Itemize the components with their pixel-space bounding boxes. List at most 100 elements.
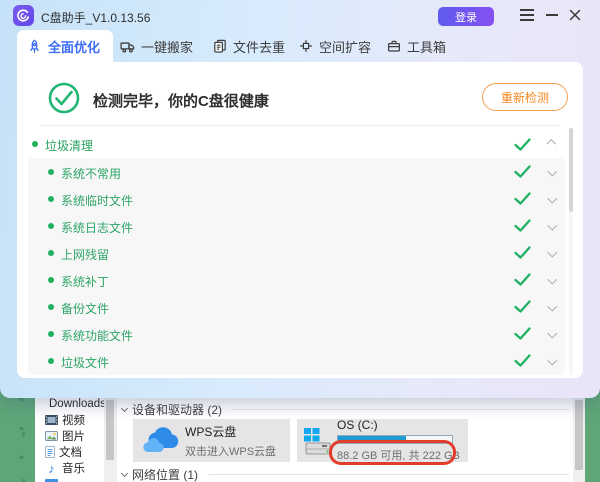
sidebar-item-label: 视频 bbox=[62, 412, 85, 428]
titlebar[interactable]: C盘助手_V1.0.13.56 登录 bbox=[0, 0, 600, 30]
chevron-down-icon[interactable] bbox=[548, 302, 557, 311]
network-section-header[interactable]: 网络位置 (1) bbox=[117, 466, 573, 482]
sidebar-item-documents[interactable]: 文档 bbox=[35, 444, 104, 460]
drive-subtitle: 双击进入WPS云盘 bbox=[185, 443, 276, 459]
check-icon bbox=[514, 300, 531, 313]
menu-icon[interactable] bbox=[516, 0, 538, 30]
sidebar-item-label: Downloads bbox=[49, 398, 106, 410]
scan-item-label: 垃圾文件 bbox=[61, 354, 109, 371]
scan-item-row[interactable]: 系统不常用 bbox=[28, 158, 565, 185]
scan-item-label: 上网残留 bbox=[61, 246, 109, 263]
green-bullet-icon bbox=[48, 304, 54, 310]
chevron-down-icon[interactable] bbox=[548, 275, 557, 284]
tab-bar: 全面优化 一键搬家 文件去重 bbox=[0, 30, 600, 62]
drive-name: WPS云盘 bbox=[185, 423, 276, 440]
scan-item-row[interactable]: 备份文件 bbox=[28, 293, 565, 320]
scan-item-label: 系统日志文件 bbox=[61, 219, 133, 236]
scrollbar-thumb[interactable] bbox=[106, 400, 114, 460]
collapse-chevron-icon[interactable] bbox=[121, 469, 128, 476]
status-message: 检测完毕，你的C盘很健康 bbox=[93, 90, 269, 111]
divider bbox=[40, 125, 560, 126]
scan-item-row[interactable]: 垃圾文件 bbox=[28, 347, 565, 374]
capacity-bar-fill bbox=[338, 436, 406, 443]
music-note-icon: ♪ bbox=[45, 462, 58, 475]
sidebar-item-partial[interactable] bbox=[35, 476, 104, 482]
devices-section-header[interactable]: 设备和驱动器 (2) bbox=[117, 401, 573, 418]
drive-name: OS (C:) bbox=[337, 418, 460, 432]
tab-one-click-move[interactable]: 一键搬家 bbox=[110, 30, 203, 62]
sidebar-item-pictures[interactable]: 图片 bbox=[35, 428, 104, 444]
collapse-chevron-icon[interactable] bbox=[121, 404, 128, 411]
sidebar-item-downloads[interactable]: Downloads bbox=[35, 396, 104, 412]
moving-truck-icon bbox=[120, 39, 135, 54]
scan-item-label: 系统功能文件 bbox=[61, 327, 133, 344]
close-icon[interactable] bbox=[564, 0, 586, 30]
scan-group-junk-cleanup[interactable]: 垃圾清理 bbox=[17, 130, 583, 158]
file-explorer-window[interactable]: Downloads 视频 图片 文档 ♪ 音乐 bbox=[35, 396, 585, 482]
chevron-down-icon[interactable] bbox=[548, 167, 557, 176]
duplicate-files-icon bbox=[213, 39, 227, 53]
check-icon bbox=[514, 246, 531, 259]
explorer-sidebar: Downloads 视频 图片 文档 ♪ 音乐 bbox=[35, 396, 104, 482]
scan-group-label: 垃圾清理 bbox=[45, 137, 93, 154]
tab-label: 文件去重 bbox=[233, 37, 285, 56]
optimize-rocket-icon bbox=[27, 39, 42, 54]
check-icon bbox=[514, 354, 531, 367]
tab-label: 空间扩容 bbox=[319, 37, 371, 56]
panel-scrollbar[interactable] bbox=[569, 128, 573, 375]
sidebar-item-videos[interactable]: 视频 bbox=[35, 412, 104, 428]
scan-item-row[interactable]: 系统补丁 bbox=[28, 266, 565, 293]
green-bullet-icon bbox=[48, 358, 54, 364]
scan-item-label: 系统不常用 bbox=[61, 165, 121, 182]
screen: Downloads 视频 图片 文档 ♪ 音乐 bbox=[0, 0, 600, 482]
app-logo-icon bbox=[13, 5, 34, 26]
scan-item-label: 系统补丁 bbox=[61, 273, 109, 290]
tab-label: 全面优化 bbox=[48, 37, 100, 56]
check-icon bbox=[514, 273, 531, 286]
scan-item-row[interactable]: 系统临时文件 bbox=[28, 185, 565, 212]
minimize-icon[interactable] bbox=[542, 0, 562, 30]
c-drive-assistant-window: C盘助手_V1.0.13.56 登录 全面优化 bbox=[0, 0, 600, 398]
sidebar-item-label: 图片 bbox=[62, 428, 85, 444]
chevron-down-icon[interactable] bbox=[548, 356, 557, 365]
os-c-drive-tile[interactable]: OS (C:) 88.2 GB 可用, 共 222 GB bbox=[297, 419, 468, 462]
chevron-down-icon[interactable] bbox=[548, 329, 557, 338]
explorer-main-scrollbar[interactable] bbox=[573, 396, 585, 482]
health-check-icon bbox=[48, 82, 80, 114]
expand-space-icon bbox=[299, 39, 313, 53]
sidebar-item-music[interactable]: ♪ 音乐 bbox=[35, 460, 104, 476]
tab-file-dedup[interactable]: 文件去重 bbox=[203, 30, 295, 62]
scan-item-row[interactable]: 系统功能文件 bbox=[28, 320, 565, 347]
sidebar-item-label: 文档 bbox=[59, 444, 82, 460]
check-icon bbox=[514, 165, 531, 178]
chevron-down-icon[interactable] bbox=[548, 248, 557, 257]
section-rule bbox=[233, 409, 569, 410]
videos-icon bbox=[45, 415, 58, 425]
section-rule bbox=[209, 474, 569, 475]
login-button[interactable]: 登录 bbox=[438, 7, 494, 26]
sidebar-item-label: 音乐 bbox=[62, 460, 85, 476]
tab-label: 工具箱 bbox=[407, 37, 446, 56]
green-bullet-icon bbox=[48, 331, 54, 337]
green-bullet-icon bbox=[48, 196, 54, 202]
drive-capacity-text: 88.2 GB 可用, 共 222 GB bbox=[337, 447, 460, 463]
green-bullet-icon bbox=[48, 169, 54, 175]
window-title: C盘助手_V1.0.13.56 bbox=[41, 9, 150, 26]
tab-toolbox[interactable]: 工具箱 bbox=[377, 30, 456, 62]
scan-item-row[interactable]: 系统日志文件 bbox=[28, 212, 565, 239]
explorer-sidebar-scrollbar[interactable] bbox=[104, 396, 117, 482]
scan-item-row[interactable]: 上网残留 bbox=[28, 239, 565, 266]
chevron-up-icon[interactable] bbox=[547, 140, 556, 149]
scrollbar-thumb[interactable] bbox=[569, 128, 573, 212]
tab-space-expansion[interactable]: 空间扩容 bbox=[289, 30, 381, 62]
chevron-down-icon[interactable] bbox=[548, 194, 557, 203]
chevron-down-icon[interactable] bbox=[548, 221, 557, 230]
check-icon bbox=[514, 138, 531, 151]
pictures-icon bbox=[45, 431, 58, 441]
tab-full-optimization[interactable]: 全面优化 bbox=[17, 30, 113, 62]
recheck-button[interactable]: 重新检测 bbox=[482, 83, 568, 111]
scrollbar-thumb[interactable] bbox=[575, 400, 583, 470]
wps-cloud-drive-tile[interactable]: WPS云盘 双击进入WPS云盘 bbox=[133, 419, 290, 462]
windows-drive-icon bbox=[302, 425, 332, 457]
section-title: 设备和驱动器 (2) bbox=[132, 401, 222, 418]
